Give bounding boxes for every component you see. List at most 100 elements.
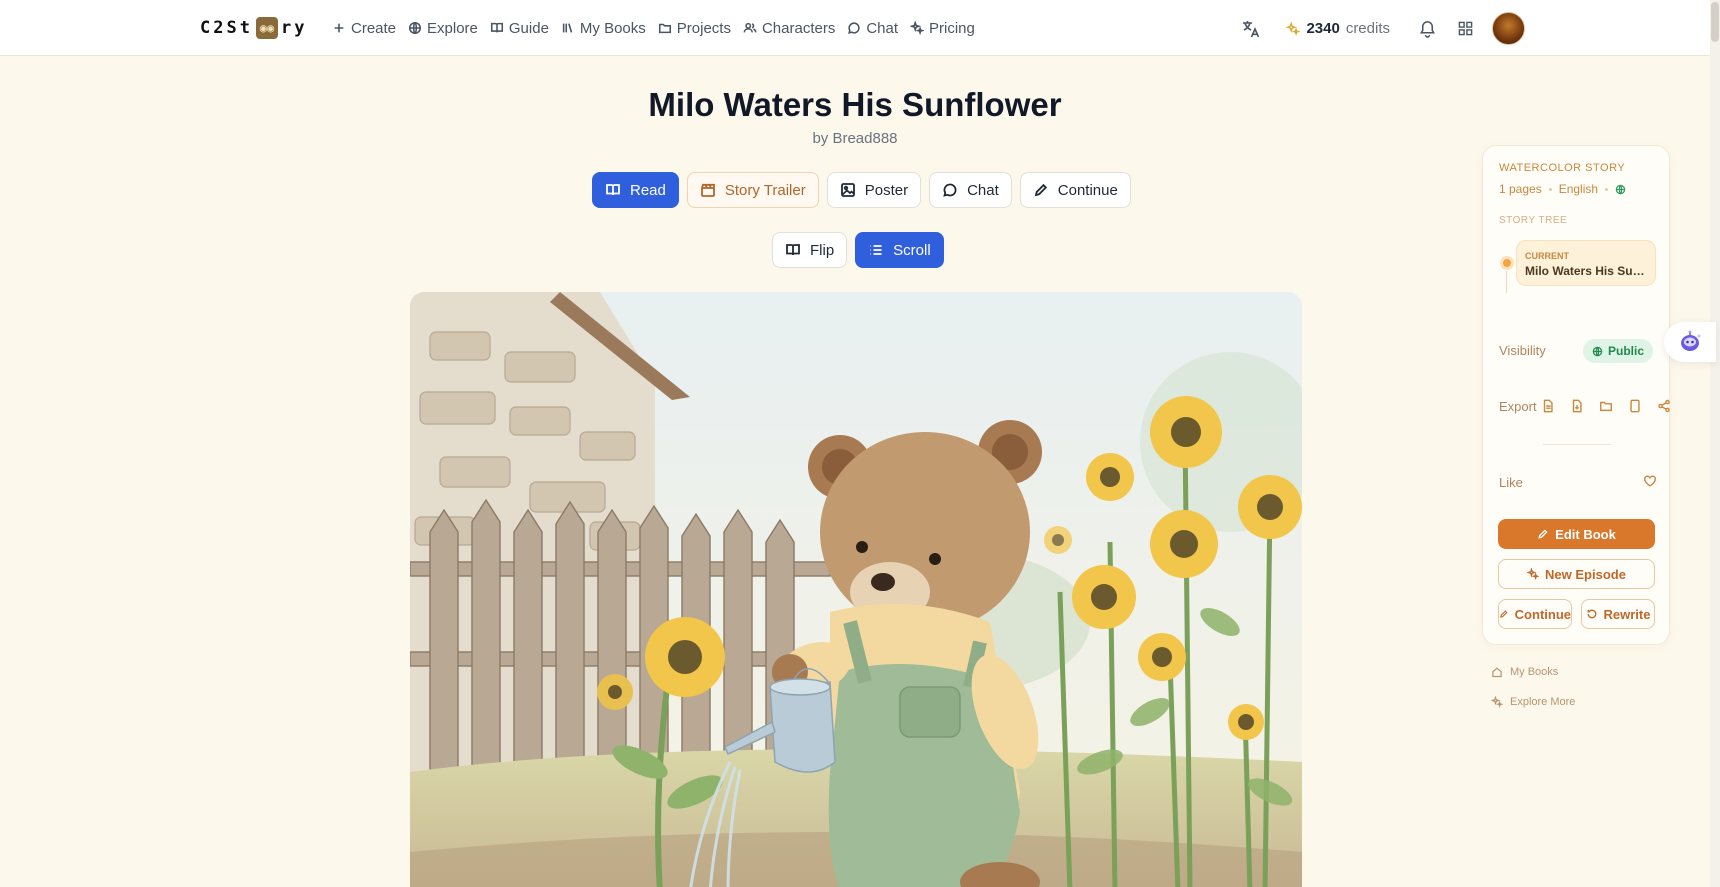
file-pdf-icon[interactable] [1569, 398, 1585, 414]
credits-label: credits [1345, 20, 1390, 37]
my-books-link[interactable]: My Books [1491, 666, 1558, 678]
chat-bubble-icon [848, 22, 860, 34]
apps-grid-icon[interactable] [1454, 18, 1476, 40]
book-title: Milo Waters His Sunflower [648, 86, 1062, 123]
visibility-toggle[interactable]: Public [1583, 339, 1654, 363]
globe-icon [408, 21, 422, 35]
chat-button-label: Chat [967, 181, 999, 199]
credits-display[interactable]: 2340 credits [1286, 20, 1390, 37]
view-mode-toggle: Flip Scroll [772, 232, 944, 268]
pencil-icon [1500, 610, 1508, 618]
assistant-bot-button[interactable] [1664, 322, 1716, 362]
main-nav: Create Explore Guide My Books Projects C… [332, 16, 975, 40]
book-info-panel: WATERCOLOR STORY 1 pages English STORY T… [1482, 145, 1670, 645]
book-actions: Read Story Trailer Poster Chat Continue [592, 172, 1131, 208]
book-open-icon [786, 244, 800, 256]
plus-icon [334, 23, 344, 33]
panel-continue-button[interactable]: Continue [1498, 599, 1572, 629]
site-logo[interactable]: C2St ◉◉ ry [200, 16, 307, 40]
story-tree-label: STORY TREE [1499, 215, 1568, 226]
sparkles-icon [910, 21, 925, 35]
like-label: Like [1499, 475, 1523, 490]
rewrite-button[interactable]: Rewrite [1581, 599, 1655, 629]
explore-more-link[interactable]: Explore More [1491, 696, 1575, 708]
tablet-icon[interactable] [1627, 398, 1643, 414]
current-episode-title: Milo Waters His Sunflower [1525, 264, 1651, 278]
new-episode-button[interactable]: New Episode [1498, 559, 1655, 589]
nav-chat-label: Chat [866, 19, 899, 37]
heart-icon[interactable] [1643, 474, 1659, 490]
page-count: 1 pages [1499, 182, 1542, 196]
rewrite-label: Rewrite [1603, 606, 1651, 622]
export-label: Export [1499, 399, 1537, 414]
panel-divider [1543, 444, 1611, 445]
folder-icon [658, 23, 671, 34]
nav-chat[interactable]: Chat [847, 16, 898, 40]
nav-projects[interactable]: Projects [658, 16, 731, 40]
tree-connector [1506, 271, 1507, 293]
clapperboard-icon [700, 183, 715, 197]
folder-icon[interactable] [1598, 398, 1614, 414]
story-language: English [1558, 182, 1599, 196]
nav-guide[interactable]: Guide [490, 16, 549, 40]
nav-pricing-label: Pricing [929, 19, 975, 37]
story-illustration [410, 292, 1302, 887]
owl-logo-icon: ◉◉ [255, 17, 278, 39]
nav-explore[interactable]: Explore [408, 16, 478, 40]
book-open-icon [606, 184, 620, 196]
poster-button[interactable]: Poster [826, 172, 922, 208]
flip-mode-button[interactable]: Flip [772, 232, 848, 268]
logo-text-start: C2St [200, 18, 253, 38]
credits-value: 2340 [1306, 20, 1340, 37]
sparkles-icon [1527, 568, 1540, 580]
file-text-icon[interactable] [1540, 398, 1556, 414]
top-navigation-bar: C2St ◉◉ ry Create Explore Guide My Books… [0, 0, 1710, 56]
edit-book-label: Edit Book [1555, 526, 1616, 542]
sparkles-icon [1491, 696, 1503, 708]
read-button-label: Read [630, 181, 666, 199]
nav-my-books[interactable]: My Books [561, 16, 646, 40]
edit-book-button[interactable]: Edit Book [1498, 519, 1655, 549]
user-avatar[interactable] [1492, 12, 1525, 45]
pencil-icon [1538, 529, 1548, 539]
nav-create-label: Create [351, 19, 397, 37]
export-options [1540, 398, 1672, 414]
nav-pricing[interactable]: Pricing [910, 16, 975, 40]
nav-my-books-label: My Books [579, 19, 646, 37]
nav-characters[interactable]: Characters [743, 16, 835, 40]
story-meta: 1 pages English [1499, 182, 1626, 196]
explore-more-link-label: Explore More [1510, 696, 1576, 708]
bell-icon[interactable] [1416, 18, 1438, 40]
scrollbar-thumb[interactable] [1711, 2, 1719, 42]
visibility-value: Public [1608, 344, 1645, 358]
nav-create[interactable]: Create [332, 16, 396, 40]
chat-button[interactable]: Chat [929, 172, 1012, 208]
book-author[interactable]: by Bread888 [0, 130, 1710, 147]
current-episode-card[interactable]: CURRENT Milo Waters His Sunflower [1516, 240, 1656, 286]
nav-projects-label: Projects [676, 19, 731, 37]
library-icon [562, 23, 573, 33]
image-icon [840, 183, 855, 197]
read-button[interactable]: Read [592, 172, 679, 208]
share-icon[interactable] [1656, 398, 1672, 414]
visibility-label: Visibility [1499, 343, 1546, 358]
flip-mode-label: Flip [810, 241, 835, 259]
translate-icon[interactable] [1240, 18, 1262, 40]
scroll-mode-label: Scroll [893, 241, 931, 259]
continue-button[interactable]: Continue [1019, 172, 1131, 208]
continue-button-label: Continue [1057, 181, 1118, 199]
refresh-icon [1587, 609, 1596, 619]
home-icon [1492, 667, 1502, 678]
nav-guide-label: Guide [508, 19, 549, 37]
book-open-icon [490, 22, 503, 33]
chat-bubble-icon [943, 183, 957, 197]
page-scrollbar[interactable] [1710, 0, 1720, 887]
tree-node-dot [1500, 256, 1514, 270]
nav-explore-label: Explore [427, 19, 478, 37]
globe-icon [1592, 346, 1603, 356]
story-trailer-button[interactable]: Story Trailer [686, 172, 819, 208]
scroll-mode-button[interactable]: Scroll [855, 232, 944, 268]
current-label: CURRENT [1525, 251, 1569, 261]
story-trailer-label: Story Trailer [724, 181, 806, 199]
meta-separator [1548, 187, 1552, 191]
